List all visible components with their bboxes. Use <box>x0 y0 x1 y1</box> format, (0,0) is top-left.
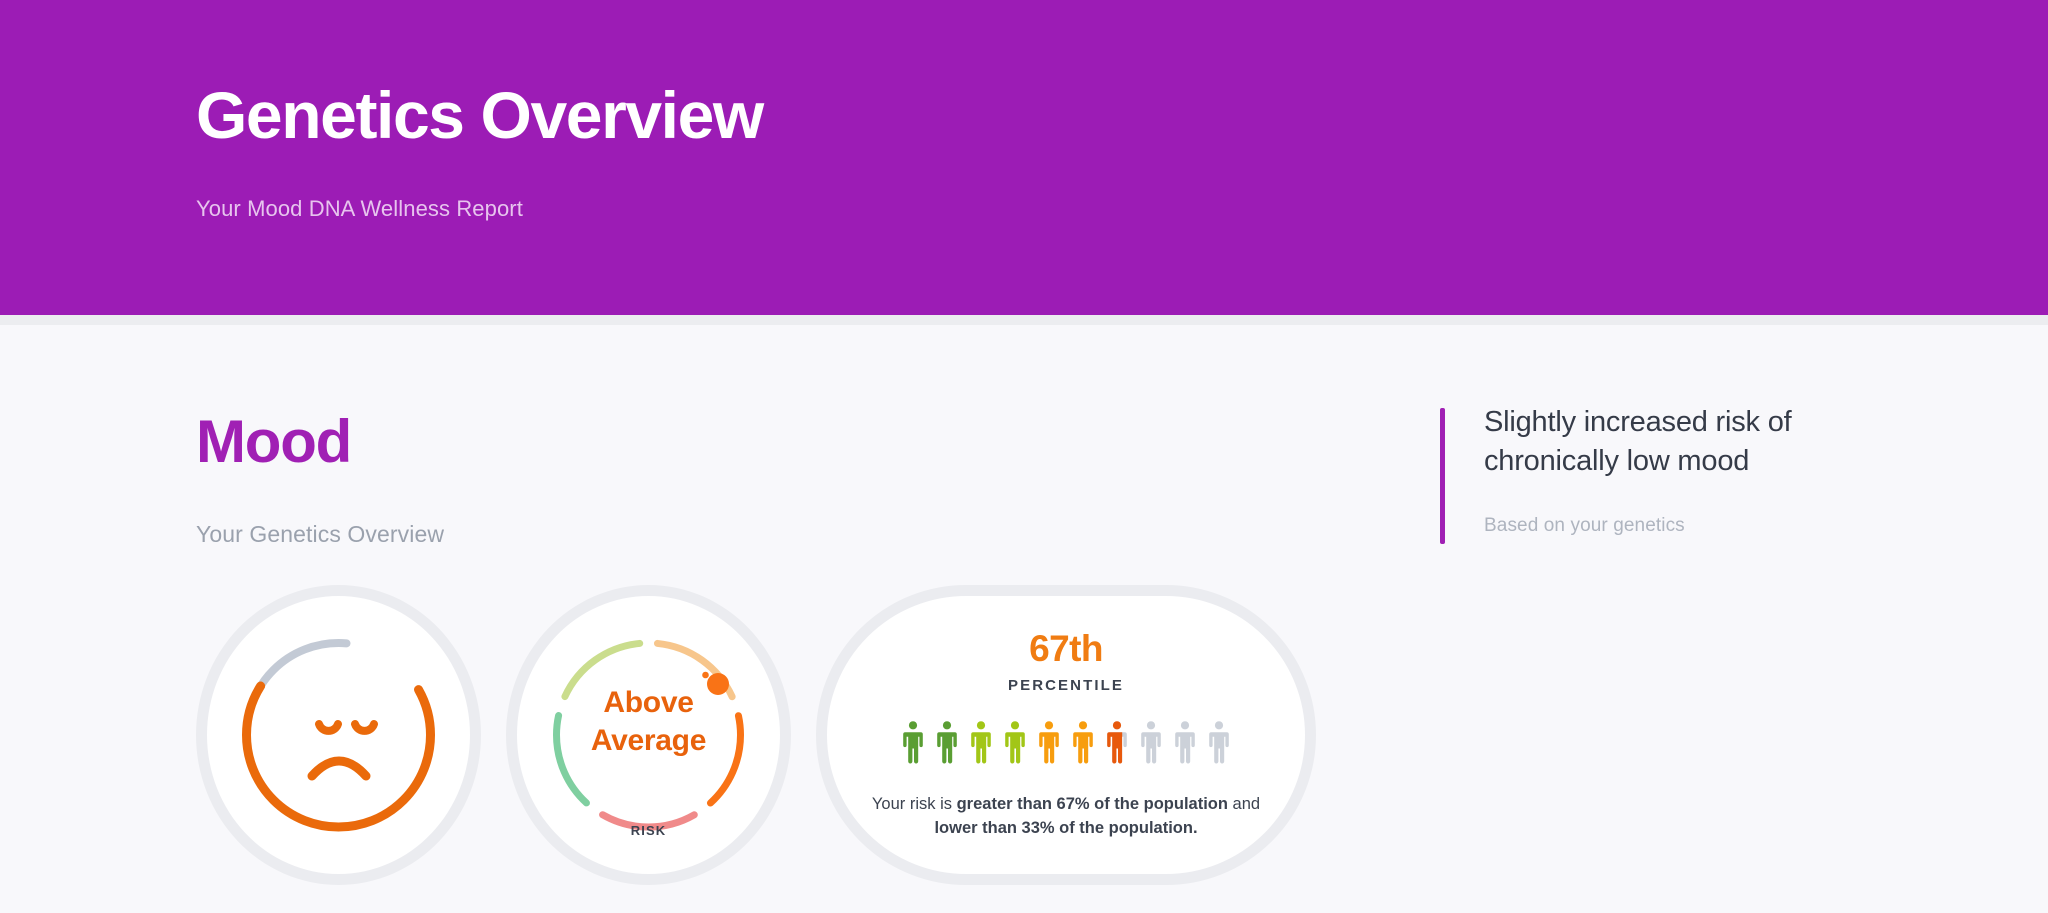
callout-subtitle: Based on your genetics <box>1484 515 1685 536</box>
person-icon <box>903 721 923 764</box>
gauge-caption: RISK <box>630 823 667 838</box>
person-icon <box>971 721 991 764</box>
gauge-value-label: Above Average <box>517 684 780 761</box>
footnote-bold-2: lower than 33% of the population. <box>934 818 1198 837</box>
percentile-footnote: Your risk is greater than 67% of the pop… <box>857 793 1275 840</box>
mood-face-widget[interactable] <box>196 585 481 885</box>
population-pictogram <box>827 714 1305 770</box>
person-icon <box>1005 721 1025 764</box>
person-icon <box>1107 721 1127 764</box>
sad-face-icon <box>242 638 435 832</box>
footnote-middle: and <box>1227 795 1261 814</box>
person-icon <box>1209 721 1229 764</box>
person-icon <box>1141 721 1161 764</box>
percentile-unit-label: PERCENTILE <box>1007 677 1124 694</box>
person-icon <box>937 721 957 764</box>
section-title: Mood <box>196 408 352 475</box>
gauge-value-line2: Average <box>590 724 707 758</box>
callout-accent-bar <box>1440 408 1445 544</box>
risk-gauge-widget[interactable]: Above Average RISK <box>506 585 791 885</box>
page-header: Genetics Overview Your Mood DNA Wellness… <box>0 0 2048 315</box>
percentile-card[interactable]: 67th PERCENTILE Your risk is greater tha… <box>816 585 1316 885</box>
page-title: Genetics Overview <box>196 78 764 152</box>
person-icon <box>1175 721 1195 764</box>
footnote-bold-1: greater than 67% of the population <box>956 795 1228 814</box>
section-subtitle: Your Genetics Overview <box>196 521 445 547</box>
callout-title: Slightly increased risk of chronically l… <box>1484 406 1792 478</box>
gauge-value-line1: Above <box>603 686 694 719</box>
percentile-value: 67th <box>1029 628 1103 669</box>
risk-callout: Slightly increased risk of chronically l… <box>1440 406 1960 544</box>
genetics-overview-page: Genetics Overview Your Mood DNA Wellness… <box>0 0 2048 913</box>
header-divider <box>0 315 2048 325</box>
page-subtitle: Your Mood DNA Wellness Report <box>196 196 523 221</box>
person-icon <box>1073 721 1093 764</box>
person-icon <box>1039 721 1059 764</box>
footnote-prefix: Your risk is <box>871 795 957 814</box>
